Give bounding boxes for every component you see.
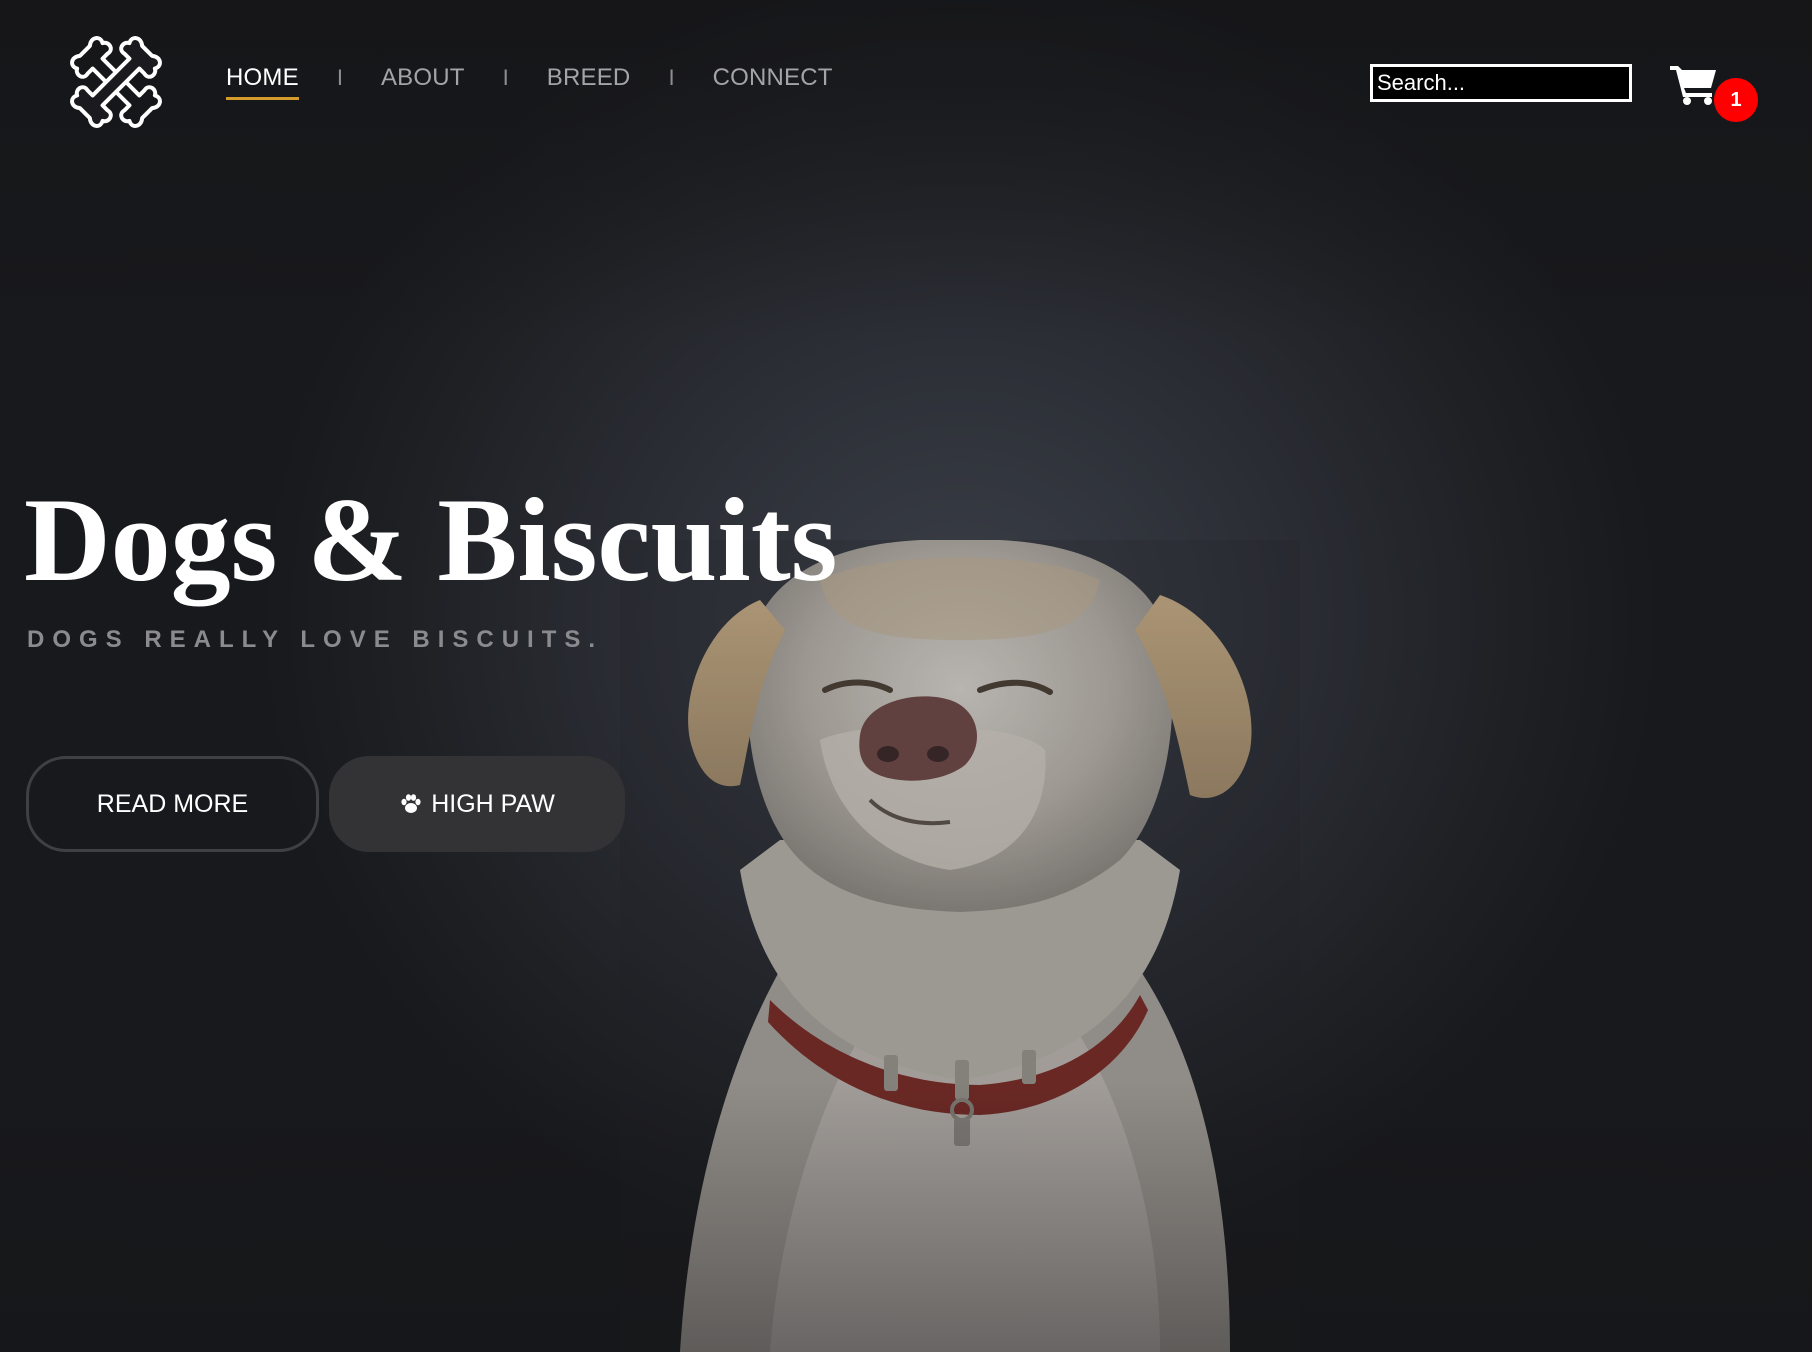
nav-separator: I (668, 65, 675, 90)
read-more-button[interactable]: READ MORE (26, 756, 319, 852)
nav-connect[interactable]: CONNECT (713, 64, 833, 98)
cart-count-badge: 1 (1714, 78, 1758, 122)
nav-home[interactable]: HOME (226, 64, 299, 100)
search-input[interactable] (1370, 64, 1632, 102)
nav-separator: I (336, 65, 343, 90)
high-paw-label: HIGH PAW (431, 789, 555, 818)
cart-icon[interactable] (1670, 62, 1718, 106)
nav-separator: I (502, 65, 509, 90)
nav-breed[interactable]: BREED (547, 64, 631, 98)
hero-title: Dogs & Biscuits (24, 473, 838, 606)
nav-about[interactable]: ABOUT (381, 64, 465, 98)
high-paw-button[interactable]: HIGH PAW (329, 756, 625, 852)
read-more-label: READ MORE (96, 789, 249, 818)
main-nav: HOME I ABOUT I BREED I CONNECT (226, 64, 833, 100)
paw-icon (401, 794, 421, 813)
hero-overlay (0, 0, 1812, 1352)
crossed-bones-icon[interactable] (62, 28, 170, 136)
hero-subtitle: DOGS REALLY LOVE BISCUITS. (27, 626, 604, 653)
